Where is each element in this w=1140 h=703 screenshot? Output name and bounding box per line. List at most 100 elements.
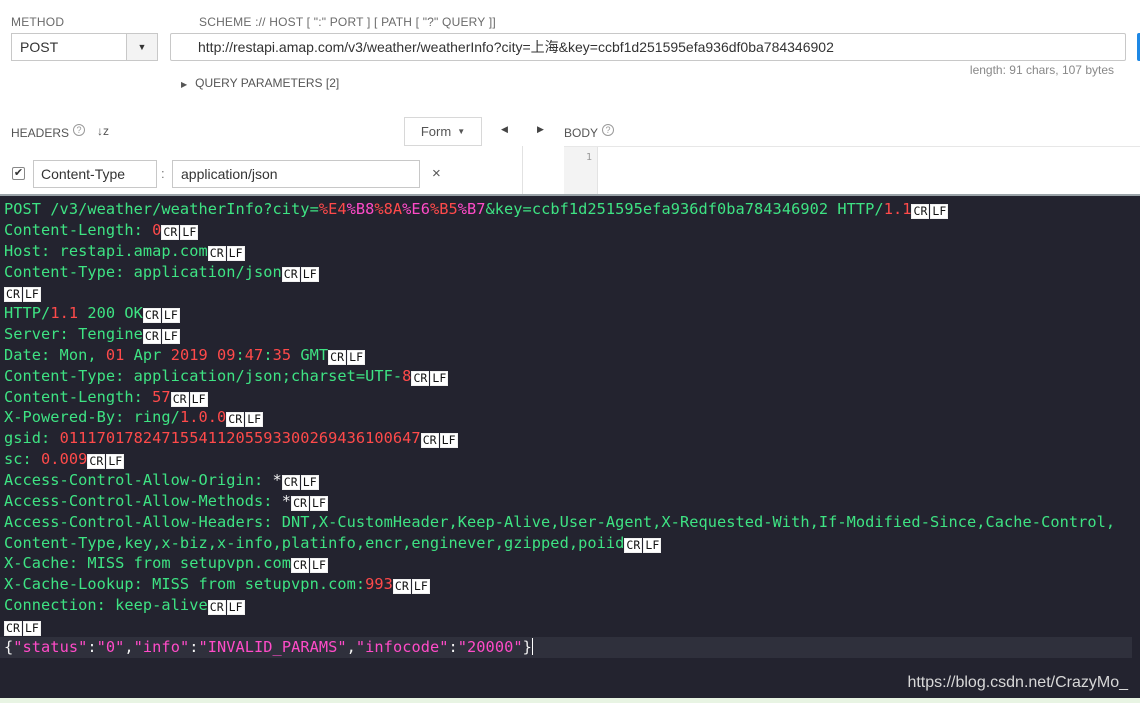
lf-marker: LF: [226, 245, 245, 261]
method-select[interactable]: POST ▼: [11, 33, 158, 61]
terminal-text: Access-Control-Allow-Origin:: [4, 470, 273, 489]
help-icon[interactable]: ?: [602, 124, 615, 136]
terminal-text: Server: Tengine: [4, 325, 143, 344]
lf-marker: LF: [643, 537, 662, 553]
terminal-line: X-Powered-By: ring/1.0.0 CR LF: [4, 407, 1132, 428]
url-input[interactable]: http://restapi.amap.com/v3/weather/weath…: [170, 33, 1126, 61]
sort-icon[interactable]: ↓z: [97, 124, 109, 138]
terminal-line: Access-Control-Allow-Origin: * CR LF: [4, 470, 1132, 491]
terminal-text: "20000": [457, 637, 523, 656]
terminal-text: HTTP/: [4, 304, 51, 323]
panel-divider[interactable]: [522, 146, 523, 194]
cr-marker: CR: [4, 620, 22, 636]
terminal-text: GMT: [291, 345, 329, 364]
terminal-text: 35: [272, 345, 292, 364]
header-value-input[interactable]: application/json: [172, 160, 420, 188]
terminal-line: X-Cache-Lookup: MISS from setupvpn.com:9…: [4, 574, 1132, 595]
terminal-text: :: [87, 637, 97, 656]
method-value: POST: [20, 39, 59, 55]
lf-marker: LF: [189, 391, 208, 407]
terminal-text: :: [263, 345, 273, 364]
request-panel: METHOD POST ▼ SCHEME :// HOST [ ":" PORT…: [0, 0, 1140, 195]
terminal-text: %B5: [429, 200, 458, 218]
text-cursor: [531, 637, 533, 655]
query-parameters-toggle[interactable]: ▶ QUERY PARAMETERS [2]: [181, 76, 339, 90]
terminal-text: Apr: [124, 345, 171, 364]
terminal-text: ,: [124, 637, 134, 656]
terminal-line: Content-Type: application/json CR LF: [4, 262, 1132, 283]
terminal-text: Connection: keep-alive: [4, 596, 208, 615]
cr-marker: CR: [142, 329, 161, 345]
terminal-text: 200 OK: [78, 304, 143, 323]
terminal-text: %B7: [457, 200, 486, 218]
body-editor[interactable]: 1: [564, 146, 1140, 195]
terminal-text: :: [448, 637, 458, 656]
close-icon[interactable]: ×: [432, 165, 441, 182]
terminal-text: "info": [133, 637, 190, 656]
terminal-text: X-Cache-Lookup: MISS from setupvpn.com:: [4, 575, 366, 594]
terminal-text: %8A: [374, 200, 403, 218]
terminal-line: Content-Type: application/json;charset=U…: [4, 366, 1132, 387]
terminal-line: Server: Tengine CR LF: [4, 324, 1132, 345]
lf-marker: LF: [22, 620, 41, 636]
cr-marker: CR: [411, 370, 430, 386]
lf-marker: LF: [161, 308, 180, 324]
lf-marker: LF: [347, 349, 366, 365]
lf-marker: LF: [439, 433, 458, 449]
terminal-text: Date: Mon,: [4, 345, 106, 364]
header-key-input[interactable]: Content-Type: [33, 160, 157, 188]
terminal-text: 57: [152, 387, 171, 406]
form-dropdown-button[interactable]: Form ▼: [404, 117, 482, 146]
terminal-text: Content-Type,key,x-biz,x-info,platinfo,e…: [4, 533, 625, 552]
terminal-lines: POST /v3/weather/weatherInfo?city=%E4%B8…: [0, 199, 1132, 658]
cr-marker: CR: [281, 266, 300, 282]
terminal-line: Date: Mon, 01 Apr 2019 09:47:35 GMT CR LF: [4, 345, 1132, 366]
cr-marker: CR: [624, 537, 643, 553]
expand-right-icon[interactable]: ▶: [537, 124, 544, 135]
lf-marker: LF: [106, 454, 125, 470]
cr-marker: CR: [281, 474, 300, 490]
terminal-line: Content-Length: 57 CR LF: [4, 387, 1132, 408]
http-raw-terminal[interactable]: POST /v3/weather/weatherInfo?city=%E4%B8…: [0, 194, 1140, 698]
terminal-line: POST /v3/weather/weatherInfo?city=%E4%B8…: [4, 199, 1132, 220]
terminal-text: POST /v3/weather/weatherInfo?city=: [4, 200, 319, 218]
header-separator: :: [161, 166, 165, 181]
collapse-left-icon[interactable]: ◀: [501, 124, 508, 135]
terminal-text: %E4: [318, 200, 347, 218]
terminal-text: 1.1: [883, 200, 912, 218]
lf-marker: LF: [310, 495, 328, 511]
cr-marker: CR: [392, 579, 411, 595]
bottom-strip: [0, 698, 1140, 703]
editor-gutter: 1: [564, 147, 598, 195]
method-label: METHOD: [11, 15, 65, 29]
lf-marker: LF: [22, 287, 41, 303]
terminal-line: gsid: 0111701782471554112055933002694361…: [4, 428, 1132, 449]
terminal-text: "INVALID_PARAMS": [198, 637, 347, 656]
help-icon[interactable]: ?: [73, 124, 86, 136]
lf-marker: LF: [430, 370, 449, 386]
terminal-text: gsid:: [4, 429, 60, 448]
lf-marker: LF: [161, 329, 180, 345]
terminal-text: 01: [105, 345, 125, 364]
terminal-text: 47: [244, 345, 264, 364]
terminal-text: Content-Length:: [4, 387, 153, 406]
lf-marker: LF: [226, 600, 245, 616]
url-length-info: length: 91 chars, 107 bytes: [969, 63, 1114, 77]
terminal-text: Access-Control-Allow-Headers: DNT,X-Cust…: [4, 512, 1116, 531]
terminal-line: sc: 0.009 CR LF: [4, 449, 1132, 470]
terminal-text: *: [272, 470, 282, 489]
cr-marker: CR: [170, 391, 189, 407]
cr-marker: CR: [226, 412, 245, 428]
headers-label: HEADERS?: [11, 124, 86, 140]
terminal-line: CR LF: [4, 282, 1132, 303]
terminal-line: HTTP/1.1 200 OK CR LF: [4, 303, 1132, 324]
chevron-down-icon[interactable]: ▼: [126, 34, 157, 60]
watermark: https://blog.csdn.net/CrazyMo_: [907, 674, 1128, 691]
terminal-text: sc:: [4, 450, 42, 469]
header-enabled-checkbox[interactable]: ✔: [12, 167, 25, 180]
lf-marker: LF: [310, 558, 328, 574]
cr-marker: CR: [291, 558, 309, 574]
terminal-text: 011170178247155411205593300269436100647: [59, 429, 421, 448]
terminal-text: }: [522, 637, 532, 656]
terminal-text: &key=ccbf1d251595efa936df0ba784346902 HT…: [485, 200, 884, 218]
